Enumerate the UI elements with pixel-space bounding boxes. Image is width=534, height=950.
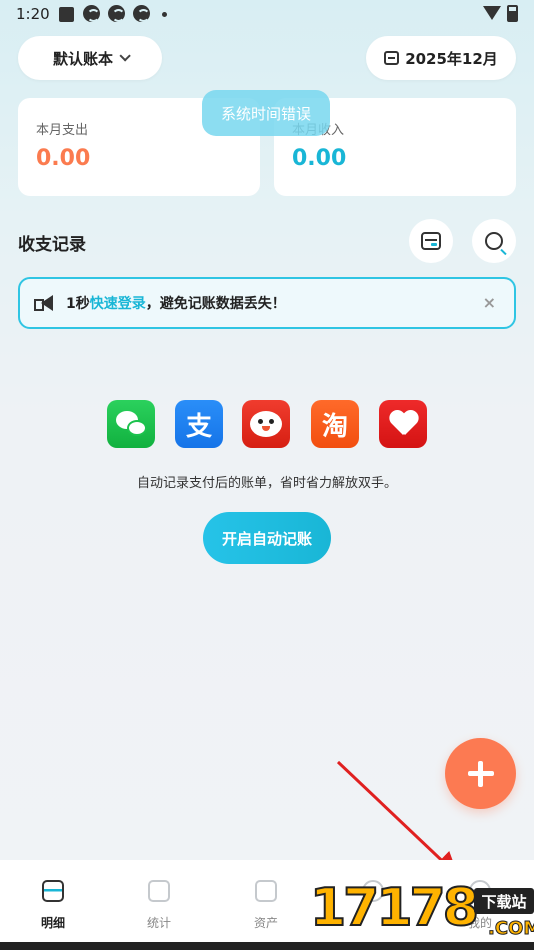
toast-message: 系统时间错误 (202, 90, 330, 136)
alipay-icon[interactable]: 支 (175, 400, 223, 448)
search-icon (485, 232, 503, 250)
details-icon (42, 880, 64, 902)
megaphone-icon (34, 295, 54, 311)
more-notifications-icon (162, 12, 167, 17)
enable-auto-record-button[interactable]: 开启自动记账 (203, 512, 331, 564)
status-bar: 1:20 (0, 0, 534, 28)
tab-statistics[interactable]: 统计 (106, 860, 212, 942)
sync-icon (133, 5, 150, 22)
wallet-icon (255, 880, 277, 902)
watermark-domain: .COM (487, 918, 534, 940)
status-time: 1:20 (16, 5, 50, 23)
site-watermark: 17178 下载站 .COM (309, 878, 534, 946)
month-label: 2025年12月 (405, 49, 498, 68)
records-title: 收支记录 (18, 235, 86, 255)
ledger-label: 默认账本 (52, 49, 113, 68)
wifi-icon (483, 6, 501, 20)
tab-label: 明细 (40, 916, 65, 930)
ledger-selector[interactable]: 默认账本 (18, 36, 162, 80)
heart-shape (389, 411, 417, 437)
tab-assets[interactable]: 资产 (213, 860, 319, 942)
taobao-icon[interactable]: 淘 (311, 400, 359, 448)
chevron-down-icon (119, 50, 131, 62)
tab-label: 统计 (146, 916, 171, 930)
sync-icon (108, 5, 125, 22)
calendar-icon (421, 232, 441, 250)
battery-icon (507, 5, 518, 22)
pinduoduo-icon[interactable] (379, 400, 427, 448)
banner-suffix: ，避免记账数据丢失！ (145, 296, 286, 312)
notification-icon (59, 7, 74, 22)
expense-value: 0.00 (36, 146, 91, 171)
add-record-button[interactable] (445, 738, 516, 809)
close-icon[interactable]: × (483, 293, 496, 312)
watermark-tag: 下载站 (474, 888, 534, 914)
search-button[interactable] (472, 219, 516, 263)
system-nav-bar (0, 942, 534, 950)
tab-label: 资产 (253, 916, 278, 930)
login-banner[interactable]: 1秒 快速登录 ，避免记账数据丢失！ × (18, 277, 516, 329)
month-selector[interactable]: 2025年12月 (366, 36, 516, 80)
alipay-glyph: 支 (185, 411, 212, 442)
wechat-icon[interactable] (107, 400, 155, 448)
watermark-number: 17178 (309, 878, 480, 938)
tab-details[interactable]: 明细 (0, 860, 106, 942)
quick-login-link[interactable]: 快速登录 (90, 293, 146, 313)
calendar-button[interactable] (409, 219, 453, 263)
payment-apps: 支 淘 (107, 400, 427, 448)
jd-mascot (250, 411, 282, 437)
auto-record-description: 自动记录支付后的账单，省时省力解放双手。 (136, 476, 397, 491)
calendar-icon (384, 51, 400, 65)
expense-label: 本月支出 (36, 123, 89, 138)
jd-icon[interactable] (242, 400, 290, 448)
chart-icon (148, 880, 170, 902)
taobao-glyph: 淘 (321, 411, 348, 442)
banner-prefix: 1秒 (66, 296, 90, 312)
sync-icon (83, 5, 100, 22)
chat-bubble (127, 420, 147, 436)
income-value: 0.00 (292, 146, 347, 171)
